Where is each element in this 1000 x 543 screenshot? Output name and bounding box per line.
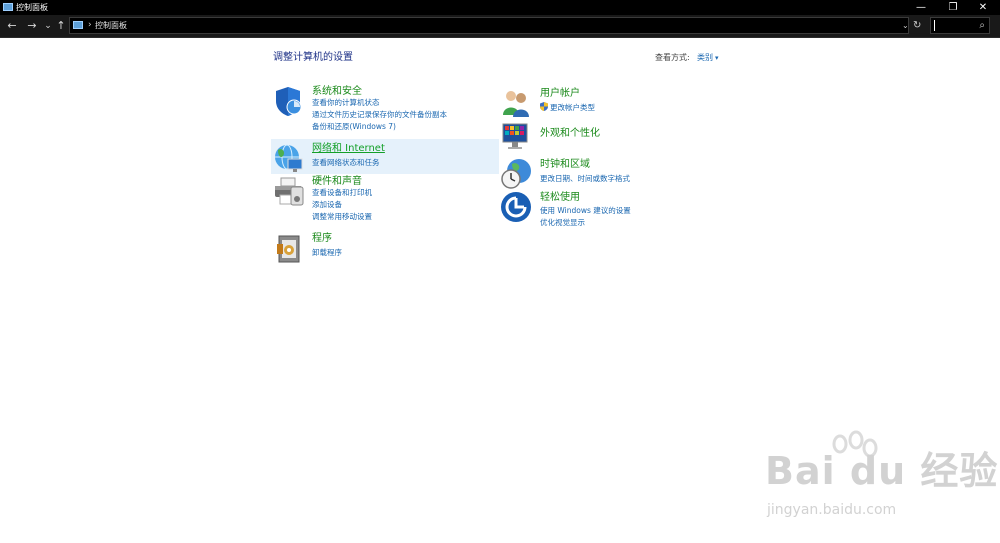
link-view-computer-status[interactable]: 查看你的计算机状态 <box>312 98 380 108</box>
address-dropdown-button[interactable]: ⌄ <box>902 17 909 34</box>
category-title[interactable]: 外观和个性化 <box>540 127 600 140</box>
breadcrumb-control-panel[interactable]: 控制面板 <box>95 18 127 33</box>
watermark-url: jingyan.baidu.com <box>767 502 897 518</box>
clock-globe-icon <box>501 159 531 189</box>
category-title[interactable]: 系统和安全 <box>312 85 362 98</box>
control-panel-icon <box>73 21 83 29</box>
category-title[interactable]: 硬件和声音 <box>312 175 362 188</box>
network-globe-icon <box>275 144 303 172</box>
address-field[interactable]: › 控制面板 <box>69 17 909 34</box>
close-button[interactable]: ✕ <box>968 0 998 15</box>
link-devices-printers[interactable]: 查看设备和打印机 <box>312 188 372 198</box>
appearance-icon <box>502 123 528 149</box>
accessibility-icon <box>501 192 531 222</box>
shield-icon <box>276 87 302 116</box>
category-title[interactable]: 网络和 Internet <box>312 142 385 155</box>
window-title: 控制面板 <box>16 3 48 12</box>
link-backup-restore[interactable]: 备份和还原(Windows 7) <box>312 122 396 132</box>
recent-locations-button[interactable]: ⌄ <box>41 18 55 34</box>
watermark-main: Bai du 经验 <box>765 449 999 493</box>
link-file-history[interactable]: 通过文件历史记录保存你的文件备份副本 <box>312 110 447 120</box>
refresh-button[interactable]: ↻ <box>913 17 921 34</box>
up-button[interactable]: ↑ <box>54 18 68 34</box>
uac-shield-icon <box>540 102 548 111</box>
address-toolbar: ← → ⌄ ↑ › 控制面板 ⌄ ↻ <box>0 15 1000 38</box>
page-title: 调整计算机的设置 <box>273 52 353 63</box>
link-recommended-settings[interactable]: 使用 Windows 建议的设置 <box>540 206 631 216</box>
hover-highlight <box>271 139 499 174</box>
users-icon <box>503 91 529 117</box>
category-title[interactable]: 用户帐户 <box>540 87 580 100</box>
restore-button[interactable]: ❐ <box>938 0 968 15</box>
control-panel-icon <box>3 3 13 11</box>
link-view-network-status[interactable]: 查看网络状态和任务 <box>312 158 380 168</box>
minimize-button[interactable]: — <box>906 0 936 15</box>
breadcrumb-separator: › <box>88 20 92 30</box>
category-title[interactable]: 轻松使用 <box>540 191 580 204</box>
category-title[interactable]: 程序 <box>312 232 332 245</box>
link-change-date-time-format[interactable]: 更改日期、时间或数字格式 <box>540 174 630 184</box>
view-by-label: 查看方式: <box>655 53 690 62</box>
category-title[interactable]: 时钟和区域 <box>540 158 590 171</box>
text-caret <box>934 20 935 31</box>
title-bar: 控制面板 — ❐ ✕ <box>0 0 1000 15</box>
link-change-account-type[interactable]: 更改帐户类型 <box>540 102 595 113</box>
search-input[interactable]: ⌕ <box>930 17 990 34</box>
link-label: 更改帐户类型 <box>550 103 595 112</box>
search-icon[interactable]: ⌕ <box>979 18 985 33</box>
programs-icon <box>277 235 300 263</box>
back-button[interactable]: ← <box>5 18 19 34</box>
link-optimize-visual-display[interactable]: 优化视觉显示 <box>540 218 585 228</box>
link-add-device[interactable]: 添加设备 <box>312 200 342 210</box>
forward-button[interactable]: → <box>25 18 39 34</box>
baidu-watermark: Bai du 经验 jingyan.baidu.com <box>765 440 999 518</box>
view-by-dropdown[interactable]: 类别 <box>697 53 719 63</box>
link-uninstall-program[interactable]: 卸载程序 <box>312 248 342 258</box>
link-mobility-settings[interactable]: 调整常用移动设置 <box>312 212 372 222</box>
printer-icon <box>275 177 304 206</box>
